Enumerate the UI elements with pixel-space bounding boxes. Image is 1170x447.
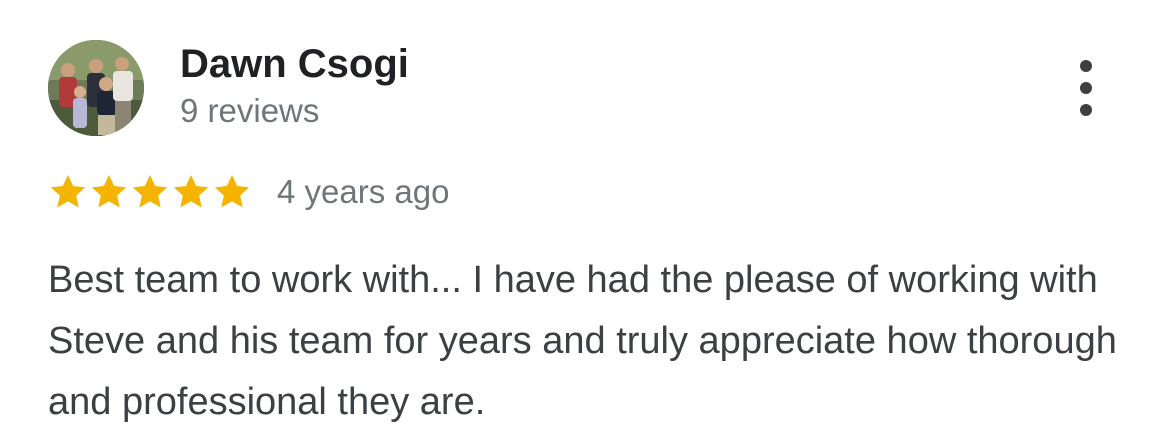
- more-options-button[interactable]: [1066, 58, 1106, 118]
- review-count[interactable]: 9 reviews: [180, 90, 319, 132]
- review-text: Best team to work with... I have had the…: [48, 259, 1117, 423]
- review-date: 4 years ago: [277, 173, 450, 210]
- rating-row: 4 years ago: [48, 170, 449, 214]
- more-vertical-icon: [1080, 60, 1092, 72]
- star-icon: [48, 172, 88, 212]
- avatar[interactable]: [48, 40, 144, 136]
- review-card: Dawn Csogi 9 reviews 4 years ago Best te…: [0, 0, 1170, 447]
- family-photo-icon: [48, 40, 144, 136]
- star-icon: [171, 172, 211, 212]
- star-icon: [130, 172, 170, 212]
- reviewer-name[interactable]: Dawn Csogi: [180, 40, 409, 88]
- star-icon: [89, 172, 129, 212]
- star-rating: [48, 172, 253, 212]
- star-icon: [212, 172, 252, 212]
